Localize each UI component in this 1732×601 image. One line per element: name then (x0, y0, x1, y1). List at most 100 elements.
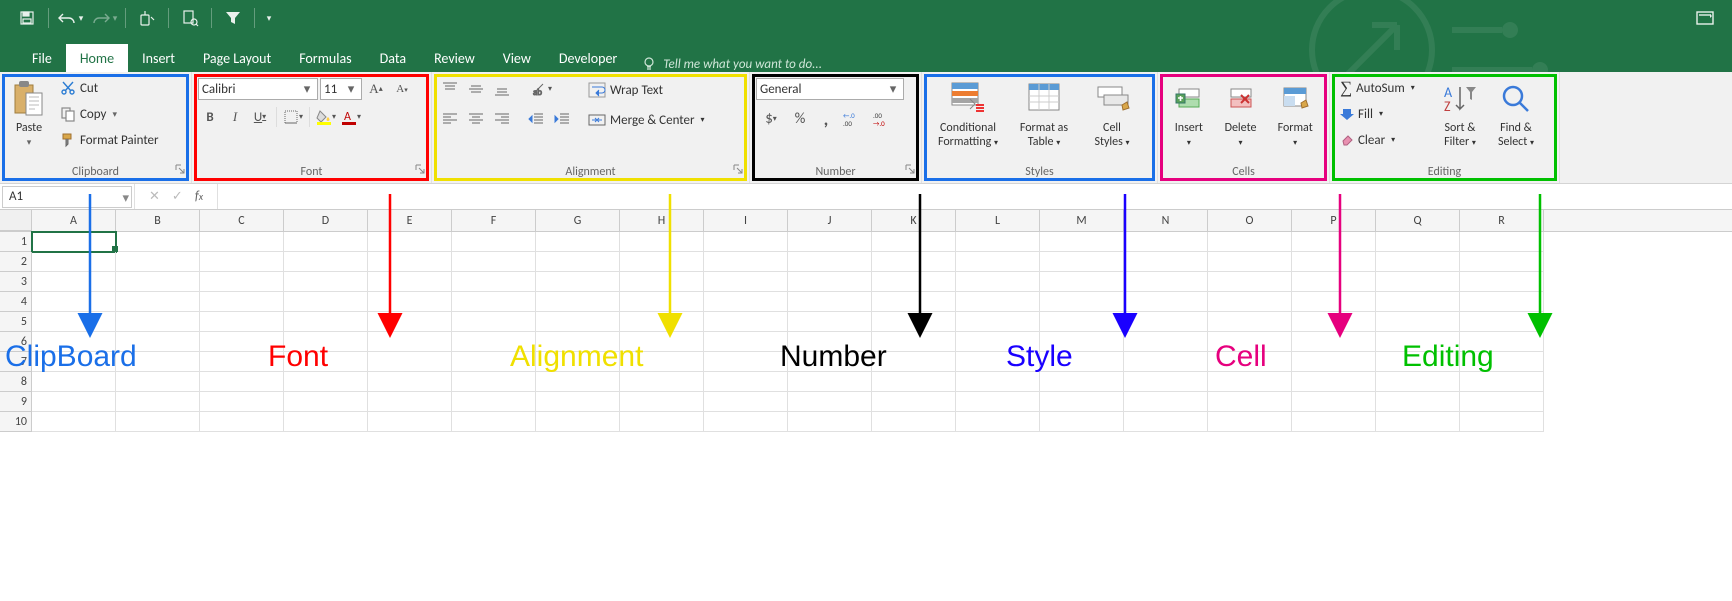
cell[interactable] (1208, 372, 1292, 392)
font-color-icon[interactable]: A▾ (339, 106, 363, 128)
cell[interactable] (452, 252, 536, 272)
cell[interactable] (704, 332, 788, 352)
cell[interactable] (452, 292, 536, 312)
row-header[interactable]: 1 (0, 232, 32, 252)
cell[interactable] (284, 292, 368, 312)
fill-color-icon[interactable]: ▾ (314, 106, 338, 128)
cell[interactable] (1376, 252, 1460, 272)
cell[interactable] (704, 392, 788, 412)
cell[interactable] (956, 252, 1040, 272)
cell[interactable] (536, 392, 620, 412)
cell[interactable] (368, 412, 452, 432)
cell[interactable] (956, 232, 1040, 252)
redo-icon[interactable]: ▾ (87, 4, 121, 32)
cell[interactable] (956, 412, 1040, 432)
tab-view[interactable]: View (489, 44, 545, 72)
autosum-button[interactable]: ∑AutoSum▾ (1336, 76, 1432, 100)
cell[interactable] (620, 412, 704, 432)
cell[interactable] (1376, 272, 1460, 292)
tab-home[interactable]: Home (66, 44, 128, 72)
row-header[interactable]: 2 (0, 252, 32, 272)
cell[interactable] (1460, 252, 1544, 272)
cell[interactable] (956, 372, 1040, 392)
save-icon[interactable] (10, 4, 44, 32)
column-header[interactable]: A (32, 210, 116, 231)
cell[interactable] (1292, 272, 1376, 292)
tab-data[interactable]: Data (366, 44, 420, 72)
cell[interactable] (368, 332, 452, 352)
cell[interactable] (116, 232, 200, 252)
cell[interactable] (284, 312, 368, 332)
cell[interactable] (1040, 232, 1124, 252)
tab-file[interactable]: File (18, 44, 66, 72)
cell[interactable] (200, 292, 284, 312)
cell[interactable] (620, 232, 704, 252)
row-header[interactable]: 4 (0, 292, 32, 312)
cell[interactable] (1040, 412, 1124, 432)
worksheet-grid[interactable]: ABCDEFGHIJKLMNOPQR 12345678910 (0, 210, 1732, 601)
wrap-text-button[interactable]: Wrap Text (584, 78, 709, 102)
delete-cells-button[interactable]: Delete▾ (1214, 76, 1268, 150)
cell[interactable] (872, 412, 956, 432)
align-middle-icon[interactable] (464, 78, 488, 100)
cell[interactable] (1124, 412, 1208, 432)
column-header[interactable]: L (956, 210, 1040, 231)
cell[interactable] (1040, 372, 1124, 392)
cell[interactable] (116, 292, 200, 312)
cell[interactable] (1292, 392, 1376, 412)
decrease-decimal-icon[interactable]: .00→.0 (870, 108, 898, 130)
cell[interactable] (452, 372, 536, 392)
cell[interactable] (1460, 412, 1544, 432)
undo-icon[interactable]: ▾ (53, 4, 87, 32)
cell[interactable] (200, 272, 284, 292)
copy-button[interactable]: Copy▾ (56, 102, 163, 126)
tab-formulas[interactable]: Formulas (285, 44, 365, 72)
cell[interactable] (704, 252, 788, 272)
cell[interactable] (452, 392, 536, 412)
cell[interactable] (1460, 272, 1544, 292)
cell[interactable] (452, 232, 536, 252)
paste-button[interactable]: Paste▾ (6, 76, 52, 150)
cell[interactable] (1040, 292, 1124, 312)
cell[interactable] (788, 232, 872, 252)
column-header[interactable]: E (368, 210, 452, 231)
cell[interactable] (872, 292, 956, 312)
conditional-formatting-button[interactable]: Conditional Formatting ▾ (928, 76, 1008, 150)
borders-icon[interactable]: ▾ (281, 106, 305, 128)
cell[interactable] (788, 412, 872, 432)
cell[interactable] (116, 252, 200, 272)
cell[interactable] (1040, 252, 1124, 272)
cell[interactable] (32, 412, 116, 432)
cell[interactable] (368, 272, 452, 292)
cell[interactable] (284, 412, 368, 432)
filter-icon[interactable] (216, 4, 250, 32)
cell[interactable] (956, 312, 1040, 332)
format-painter-button[interactable]: Format Painter (56, 128, 163, 152)
decrease-indent-icon[interactable] (524, 108, 548, 130)
cell[interactable] (1124, 232, 1208, 252)
cell[interactable] (200, 312, 284, 332)
underline-icon[interactable]: U▾ (248, 106, 272, 128)
cell[interactable] (452, 312, 536, 332)
dialog-launcher-icon[interactable] (733, 164, 745, 176)
column-header[interactable]: K (872, 210, 956, 231)
cell[interactable] (620, 392, 704, 412)
cell[interactable] (32, 232, 116, 252)
cell[interactable] (956, 392, 1040, 412)
cell[interactable] (1292, 412, 1376, 432)
insert-cells-button[interactable]: Insert▾ (1164, 76, 1214, 150)
tab-insert[interactable]: Insert (128, 44, 189, 72)
cell[interactable] (956, 292, 1040, 312)
cell[interactable] (1124, 352, 1208, 372)
clear-button[interactable]: Clear▾ (1336, 128, 1432, 152)
column-header[interactable]: F (452, 210, 536, 231)
cell[interactable] (452, 272, 536, 292)
cell[interactable] (788, 272, 872, 292)
grow-font-icon[interactable]: A▴ (364, 78, 388, 100)
cell[interactable] (620, 252, 704, 272)
align-left-icon[interactable] (438, 108, 462, 130)
column-header[interactable]: Q (1376, 210, 1460, 231)
column-header[interactable]: I (704, 210, 788, 231)
cut-button[interactable]: Cut (56, 76, 163, 100)
cell[interactable] (1208, 272, 1292, 292)
